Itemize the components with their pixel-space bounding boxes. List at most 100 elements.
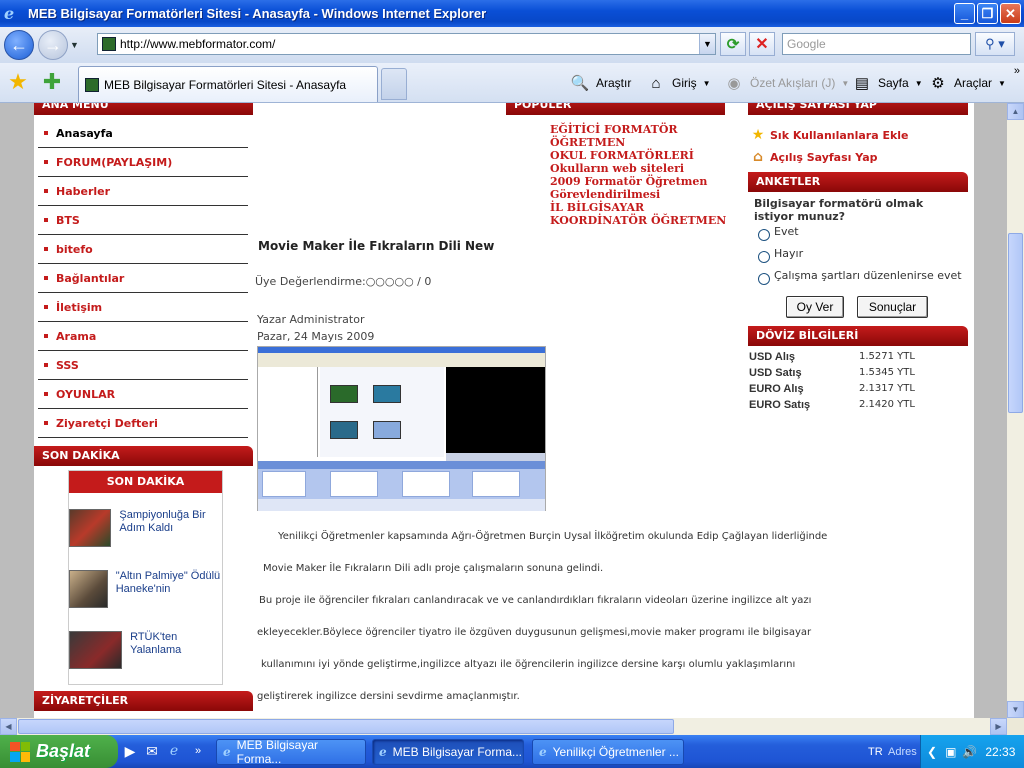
ziyaretciler-header: ZİYARETÇİLER (34, 691, 253, 711)
vertical-scroll-thumb[interactable] (1008, 233, 1023, 413)
quicklaunch-more-icon[interactable]: » (190, 743, 206, 759)
restore-button[interactable]: ❐ (977, 3, 998, 24)
news-item[interactable]: RTÜK'ten Yalanlama (69, 631, 224, 669)
article-date: Pazar, 24 Mayıs 2009 (257, 330, 375, 343)
news-item[interactable]: Şampiyonluğa Bir Adım Kaldı (69, 509, 224, 547)
refresh-button[interactable]: ⟳ (720, 32, 746, 56)
son-dakika-box: SON DAKİKA Şampiyonluğa Bir Adım Kaldı "… (68, 470, 223, 685)
horizontal-scrollbar[interactable]: ◀ ▶ (0, 718, 1007, 735)
ie-icon: e (4, 3, 15, 23)
menu-item-ziyaretci-defteri[interactable]: Ziyaretçi Defteri (38, 409, 248, 438)
media-player-icon[interactable]: ▶ (122, 743, 138, 759)
search-button[interactable]: ⚲ ▾ (975, 32, 1015, 56)
menu-item-oyunlar[interactable]: OYUNLAR (38, 380, 248, 409)
tray-chevron-icon[interactable]: ❮ (927, 745, 937, 759)
taskbar-item[interactable]: e MEB Bilgisayar Forma... (216, 738, 366, 766)
back-button[interactable]: ← (4, 30, 34, 60)
populer-link[interactable]: 2009 Formatör Öğretmen Görevlendirilmesi (550, 175, 730, 201)
tab-favicon-icon (85, 77, 99, 92)
doviz-table: USD Alış 1.5271 YTL USD Satış 1.5345 YTL E… (749, 351, 949, 415)
new-tab-button[interactable] (381, 68, 407, 100)
favorites-star-icon[interactable]: ★ (6, 70, 30, 94)
article-paragraph: geliştirerek ingilizce dersini sevdirme … (257, 691, 520, 702)
radio-button[interactable] (758, 273, 770, 285)
ie-quicklaunch-icon[interactable]: e (166, 743, 182, 759)
menu-item-anasayfa[interactable]: Anasayfa (38, 119, 248, 148)
menu-item-forum[interactable]: FORUM(PAYLAŞIM) (38, 148, 248, 177)
menu-item-iletisim[interactable]: İletişim (38, 293, 248, 322)
tab-active[interactable]: MEB Bilgisayar Formatörleri Sitesi - Ana… (78, 66, 378, 102)
son-dakika-header: SON DAKİKA (34, 446, 253, 466)
article-paragraph: Bu proje ile öğrenciler fıkraları canlan… (259, 595, 812, 606)
home-button[interactable]: ⌂ Giriş ▼ (646, 73, 710, 93)
scroll-up-icon[interactable]: ▲ (1007, 103, 1024, 120)
web-page: ANA MENÜ Anasayfa FORUM(PAYLAŞIM) Haberl… (34, 103, 974, 718)
menu-item-bitefo[interactable]: bitefo (38, 235, 248, 264)
news-item[interactable]: "Altın Palmiye" Ödülü Haneke'nin (69, 570, 224, 608)
radio-button[interactable] (758, 251, 770, 263)
tab-label: MEB Bilgisayar Formatörleri Sitesi - Ana… (104, 77, 347, 92)
menu-item-bts[interactable]: BTS (38, 206, 248, 235)
populer-link[interactable]: EĞİTİCİ FORMATÖR ÖĞRETMEN (550, 123, 730, 149)
menu-item-baglantilar[interactable]: Bağlantılar (38, 264, 248, 293)
rating-text: Üye Değerlendirme:○○○○○ / 0 (255, 275, 432, 288)
window-title: MEB Bilgisayar Formatörleri Sitesi - Ana… (28, 6, 487, 21)
populer-link[interactable]: OKUL FORMATÖRLERİ (550, 149, 730, 162)
start-button[interactable]: Başlat (0, 735, 118, 768)
gear-icon: ⚙ (931, 75, 945, 92)
menu-item-arama[interactable]: Arama (38, 322, 248, 351)
menu-item-sss[interactable]: SSS (38, 351, 248, 380)
address-bar[interactable]: http://www.mebformator.com/ ▼ (97, 33, 716, 55)
navigation-bar: ← → ▼ http://www.mebformator.com/ ▼ ⟳ ✕ … (0, 27, 1024, 63)
tools-menu-button[interactable]: ⚙ Araçlar ▼ (928, 73, 1006, 93)
scroll-down-icon[interactable]: ▼ (1007, 701, 1024, 718)
volume-icon[interactable]: 🔊 (962, 745, 977, 759)
scroll-right-icon[interactable]: ▶ (990, 718, 1007, 735)
stop-button[interactable]: ✕ (749, 32, 775, 56)
page-menu-button[interactable]: ▤ Sayfa ▼ (852, 73, 923, 93)
set-homepage-link[interactable]: ⌂ Açılış Sayfası Yap (750, 149, 878, 165)
poll-option-evet[interactable]: Evet (758, 221, 799, 241)
outlook-icon[interactable]: ✉ (144, 743, 160, 759)
forward-button[interactable]: → (38, 30, 68, 60)
clock[interactable]: 22:33 (985, 745, 1015, 759)
address-input[interactable]: http://www.mebformator.com/ (120, 37, 699, 51)
vertical-scrollbar[interactable]: ▲ ▼ (1007, 103, 1024, 718)
page-icon: ▤ (854, 75, 870, 92)
poll-option-sartli[interactable]: Çalışma şartları düzenlenirse evet (758, 265, 962, 285)
news-thumbnail (69, 509, 112, 547)
history-dropdown-icon[interactable]: ▼ (70, 40, 84, 50)
language-indicator[interactable]: TR (868, 746, 883, 758)
populer-link[interactable]: Okulların web siteleri (550, 162, 730, 175)
article-paragraph: ekleyecekler.Böylece öğrenciler tiyatro … (257, 627, 812, 638)
chevron-more-icon[interactable]: » (1014, 65, 1020, 77)
radio-button[interactable] (758, 229, 770, 241)
populer-link[interactable]: İL BİLGİSAYAR KOORDİNATÖR ÖĞRETMEN (550, 201, 730, 227)
doviz-row: USD Alış 1.5271 YTL (749, 351, 915, 363)
taskbar: Başlat ▶ ✉ e » e MEB Bilgisayar Forma... … (0, 735, 1024, 768)
add-favorites-link[interactable]: ★ Sık Kullanılanlara Ekle (750, 127, 909, 143)
doviz-row: EURO Satış 2.1420 YTL (749, 399, 915, 411)
home-icon: ⌂ (752, 149, 764, 165)
poll-option-hayir[interactable]: Hayır (758, 243, 803, 263)
doviz-row: USD Satış 1.5345 YTL (749, 367, 915, 379)
menu-item-haberler[interactable]: Haberler (38, 177, 248, 206)
add-favorites-icon[interactable]: ✚ (40, 70, 64, 94)
populer-links: EĞİTİCİ FORMATÖR ÖĞRETMEN OKUL FORMATÖRL… (550, 123, 730, 227)
article-title[interactable]: Movie Maker İle Fıkraların Dili New (258, 239, 494, 253)
taskbar-item[interactable]: e Yenilikçi Öğretmenler ... (532, 739, 684, 765)
minimize-button[interactable]: _ (954, 3, 975, 24)
horizontal-scroll-thumb[interactable] (18, 719, 674, 734)
news-thumbnail (69, 631, 123, 669)
address-dropdown-icon[interactable]: ▼ (699, 34, 715, 54)
taskbar-item-active[interactable]: e MEB Bilgisayar Forma... (372, 739, 524, 765)
feeds-button[interactable]: ◉ Özet Akışları (J) ▼ (724, 73, 849, 93)
vote-button[interactable]: Oy Ver (786, 296, 844, 318)
research-button[interactable]: 🔍 Araştır (570, 73, 632, 93)
close-button[interactable]: ✕ (1000, 3, 1021, 24)
star-icon: ★ (751, 127, 765, 143)
search-input[interactable]: Google (782, 33, 971, 55)
results-button[interactable]: Sonuçlar (857, 296, 928, 318)
scroll-left-icon[interactable]: ◀ (0, 718, 17, 735)
network-icon[interactable]: ▣ (945, 745, 956, 759)
